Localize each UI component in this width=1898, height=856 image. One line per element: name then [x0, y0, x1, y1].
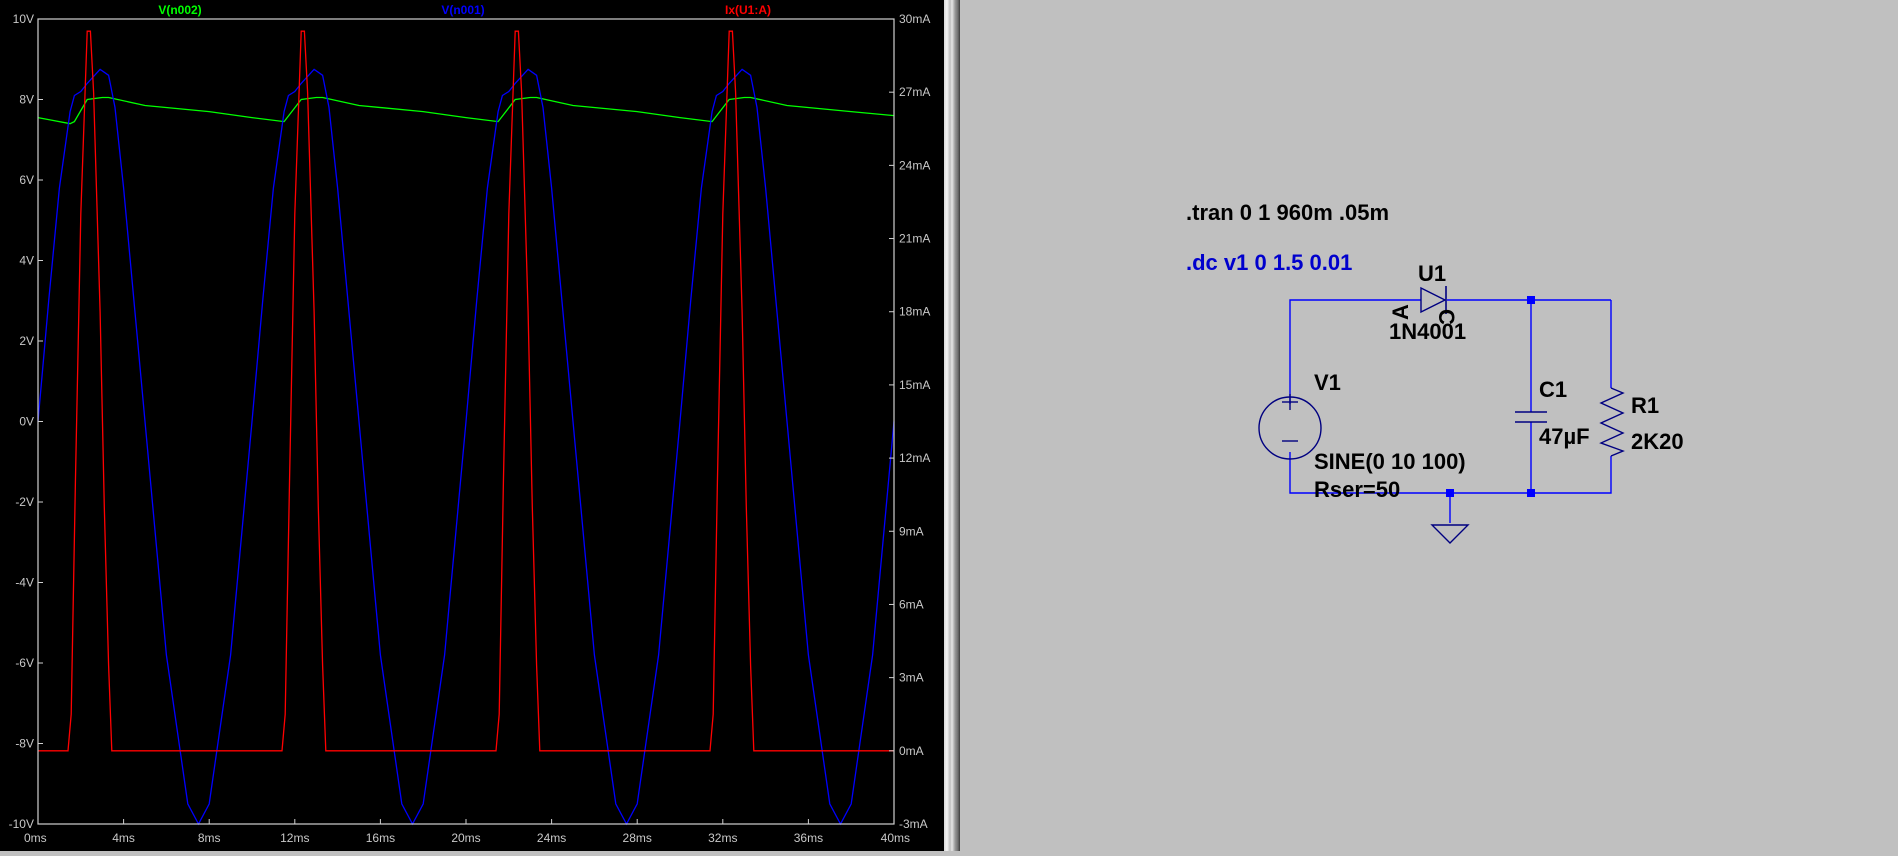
diode-u1[interactable]: U1 1N4001 A C [1388, 261, 1466, 344]
x-tick-label: 32ms [708, 831, 737, 845]
y-left-tick-label: 0V [19, 415, 34, 429]
x-tick-label: 4ms [112, 831, 135, 845]
x-tick-label: 36ms [794, 831, 823, 845]
y-right-tick-label: 24mA [899, 158, 930, 172]
y-left-tick-label: 6V [19, 173, 34, 187]
y-right-tick-label: 12mA [899, 451, 930, 465]
source-rser-label[interactable]: Rser=50 [1314, 477, 1400, 502]
x-tick-label: 24ms [537, 831, 566, 845]
res-ref-label[interactable]: R1 [1631, 393, 1659, 418]
junction-dot [1527, 296, 1535, 304]
waveform-viewer[interactable]: 10V 8V 6V 4V 2V 0V -2V -4V -6V -8V -10V 30mA 27mA 24… [0, 0, 944, 851]
y-left-tick-label: 4V [19, 254, 34, 268]
res-value-label[interactable]: 2K20 [1631, 429, 1684, 454]
y-left-tick-label: 2V [19, 334, 34, 348]
y-left-tick-label: -10V [9, 817, 34, 831]
diode-pin-c-label: C [1434, 309, 1459, 325]
plot-traces [37, 30, 895, 826]
x-tick-label: 28ms [623, 831, 652, 845]
source-ref-label[interactable]: V1 [1314, 370, 1341, 395]
capacitor-c1[interactable]: C1 47µF [1515, 377, 1590, 449]
cap-ref-label[interactable]: C1 [1539, 377, 1567, 402]
resistor-r1[interactable]: R1 2K20 [1599, 387, 1684, 457]
pane-splitter[interactable] [944, 0, 960, 851]
diode-pin-a-label: A [1388, 304, 1413, 320]
trace-label-ix-u1-a[interactable]: Ix(U1:A) [725, 3, 771, 17]
spice-directive-tran[interactable]: .tran 0 1 960m .05m [1186, 200, 1389, 225]
junction-dot [1527, 489, 1535, 497]
y-right-tick-label: 27mA [899, 85, 930, 99]
y-right-tick-label: -3mA [899, 817, 928, 831]
resistor-zigzag-icon [1599, 387, 1625, 457]
trace-v-n001[interactable] [37, 68, 895, 826]
trace-legend: V(n002) V(n001) Ix(U1:A) [158, 3, 771, 17]
x-tick-label: 8ms [198, 831, 221, 845]
schematic-canvas[interactable]: .tran 0 1 960m .05m .dc v1 0 1.5 0.01 U1… [960, 0, 1898, 851]
schematic-editor[interactable]: .tran 0 1 960m .05m .dc v1 0 1.5 0.01 U1… [960, 0, 1898, 851]
diode-ref-label[interactable]: U1 [1418, 261, 1446, 286]
waveform-plot[interactable]: 10V 8V 6V 4V 2V 0V -2V -4V -6V -8V -10V 30mA 27mA 24… [0, 0, 944, 851]
y-right-tick-label: 3mA [899, 671, 924, 685]
ground-icon [1430, 524, 1470, 544]
trace-ix-u1-a[interactable] [38, 30, 894, 752]
x-axis: 0ms 4ms 8ms 12ms 16ms 20ms 24ms 28ms 32ms 36ms 40m… [24, 819, 910, 845]
y-left-tick-label: 8V [19, 93, 34, 107]
trace-v-n002[interactable] [37, 96, 895, 125]
trace-label-v-n002[interactable]: V(n002) [158, 3, 201, 17]
x-tick-label: 20ms [451, 831, 480, 845]
y-right-tick-label: 6mA [899, 597, 924, 611]
ground-symbol[interactable] [1430, 524, 1470, 544]
x-tick-label: 12ms [280, 831, 309, 845]
x-tick-label: 16ms [366, 831, 395, 845]
source-value-label[interactable]: SINE(0 10 100) [1314, 449, 1466, 474]
trace-label-v-n001[interactable]: V(n001) [441, 3, 484, 17]
y-left-tick-label: -4V [15, 576, 34, 590]
y-left-tick-label: -2V [15, 495, 34, 509]
y-right-tick-label: 15mA [899, 378, 930, 392]
spice-directive-dc[interactable]: .dc v1 0 1.5 0.01 [1186, 250, 1352, 275]
x-tick-label: 0ms [24, 831, 47, 845]
y-left-tick-label: -6V [15, 656, 34, 670]
y-right-tick-label: 9mA [899, 524, 924, 538]
y-right-axis: 30mA 27mA 24mA 21mA 18mA 15mA 12mA 9mA 6mA 3mA 0mA… [889, 12, 930, 831]
y-right-tick-label: 18mA [899, 305, 930, 319]
x-tick-label: 40ms [881, 831, 910, 845]
y-right-tick-label: 30mA [899, 12, 930, 26]
junction-dot [1446, 489, 1454, 497]
y-right-tick-label: 21mA [899, 232, 930, 246]
y-right-tick-label: 0mA [899, 744, 924, 758]
y-left-tick-label: -8V [15, 737, 34, 751]
y-left-tick-label: 10V [13, 12, 34, 26]
cap-value-label[interactable]: 47µF [1539, 424, 1590, 449]
